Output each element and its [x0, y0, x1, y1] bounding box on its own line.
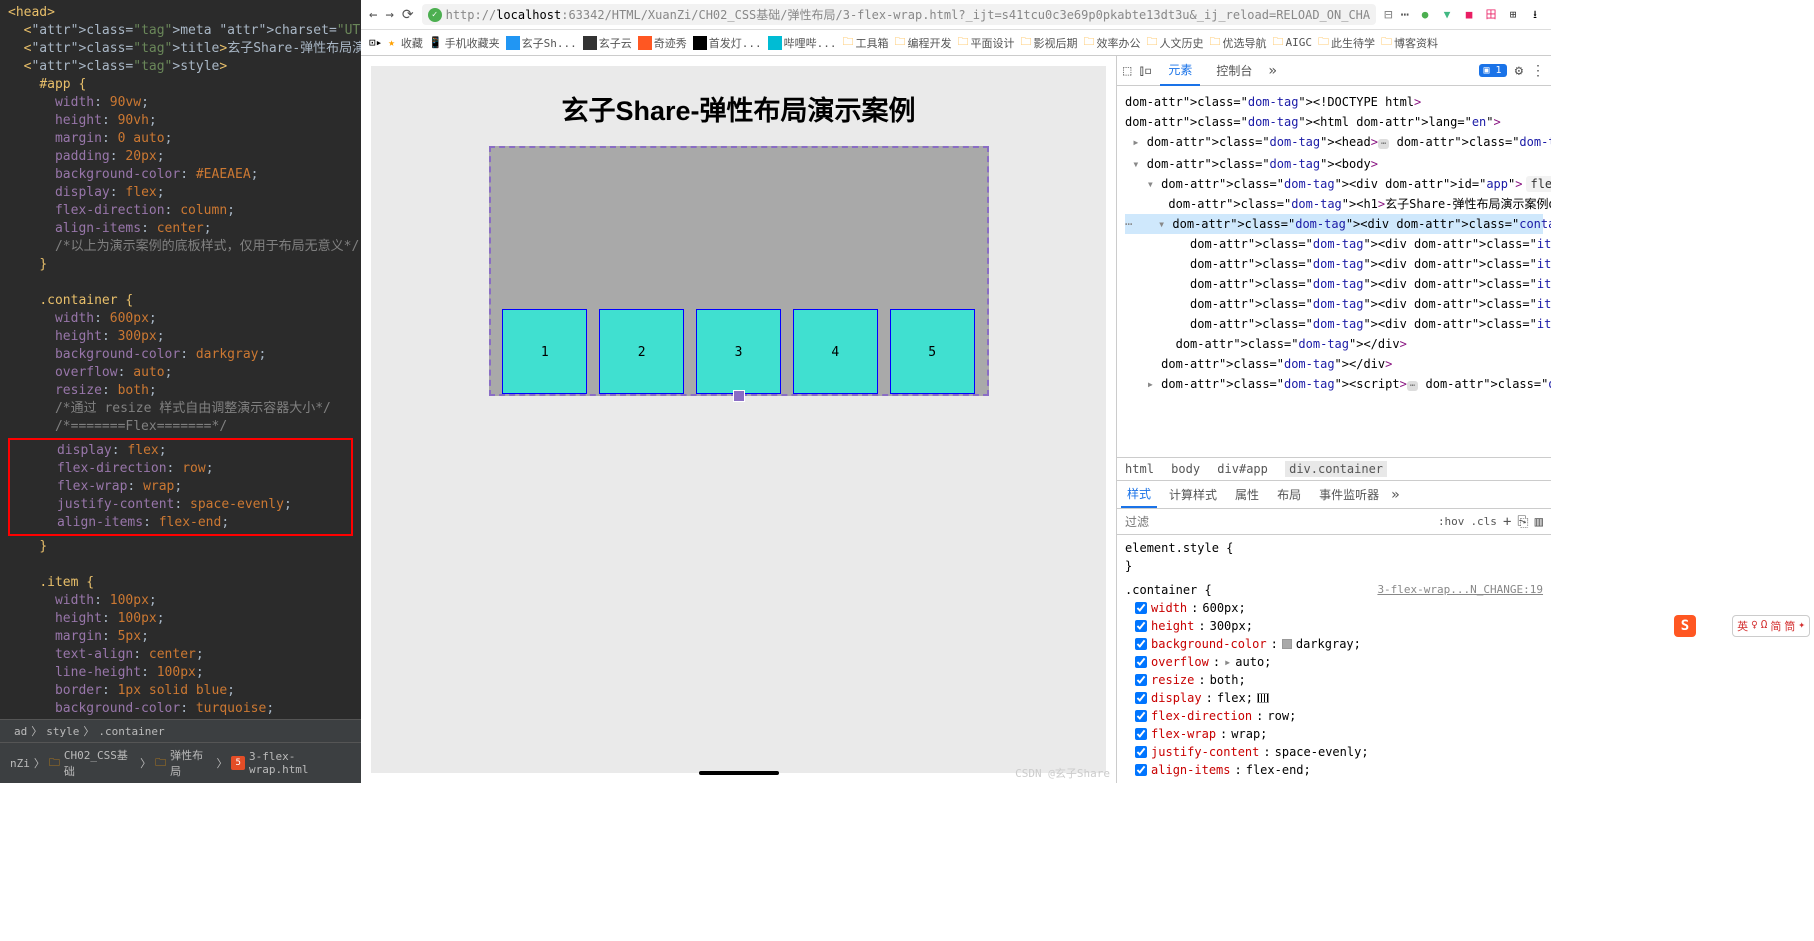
bookmark-item[interactable]: 收藏: [401, 35, 423, 51]
bookmark-folder[interactable]: 🗀效率办公: [1083, 33, 1140, 52]
flex-item: 5: [890, 309, 975, 394]
ext-icon[interactable]: 田: [1483, 7, 1499, 23]
bookmark-folder[interactable]: 🗀编程开发: [894, 33, 951, 52]
editor-breadcrumb-top[interactable]: ad〉style〉.container: [0, 719, 361, 742]
css-prop-checkbox[interactable]: [1135, 620, 1147, 632]
more-tabs-icon[interactable]: »: [1391, 487, 1399, 503]
plus-icon[interactable]: +: [1503, 514, 1511, 530]
star-icon: ★: [388, 36, 395, 49]
gear-icon[interactable]: ⚙: [1515, 63, 1523, 79]
inspect-icon[interactable]: ⬚: [1123, 63, 1131, 79]
dom-breadcrumb[interactable]: html body div#app div.container: [1117, 457, 1551, 481]
site-lock-icon: ✓: [428, 8, 442, 22]
app-area: 玄子Share-弹性布局演示案例 1 2 3 4 5: [371, 66, 1106, 773]
tab-props[interactable]: 属性: [1229, 482, 1265, 507]
devtools-panel: ⬚ ⫾▫ 元素 控制台 » ▣ 1 ⚙ ⋮ dom-attr">class="d…: [1116, 56, 1551, 783]
flex-item: 2: [599, 309, 684, 394]
flex-container[interactable]: 1 2 3 4 5: [489, 146, 989, 396]
extension-icons: ● ▼ ■ 田 ⊞ ⭳: [1417, 7, 1543, 23]
vue-ext-icon[interactable]: ▼: [1439, 7, 1455, 23]
bookmark-folder[interactable]: 🗀工具箱: [842, 33, 888, 52]
css-prop-checkbox[interactable]: [1135, 638, 1147, 650]
bookmark-folder[interactable]: 🗀人文历史: [1146, 33, 1203, 52]
back-button[interactable]: ←: [369, 7, 377, 23]
reader-icon[interactable]: ⊟: [1384, 7, 1392, 23]
css-prop-checkbox[interactable]: [1135, 692, 1147, 704]
download-icon[interactable]: ⭳: [1527, 7, 1543, 23]
code-area[interactable]: <head> <"attr">class="tag">meta "attr">c…: [0, 0, 361, 719]
reload-button[interactable]: ⟳: [402, 7, 414, 23]
browser-panel: ← → ⟳ ✓ http://localhost:63342/HTML/Xuan…: [361, 0, 1551, 783]
watermark: CSDN @玄子Share: [1015, 765, 1110, 781]
bookmark-folder[interactable]: 🗀此生待学: [1318, 33, 1375, 52]
kebab-icon[interactable]: ⋮: [1531, 63, 1545, 79]
css-prop-checkbox[interactable]: [1135, 656, 1147, 668]
bookmark-folder[interactable]: 🗀AIGC: [1272, 33, 1312, 52]
copy-icon[interactable]: ⎘: [1517, 514, 1528, 530]
styles-body[interactable]: element.style {}3-flex-wrap...N_CHANGE:1…: [1117, 535, 1551, 783]
css-prop-checkbox[interactable]: [1135, 764, 1147, 776]
bookmark-item[interactable]: 📱手机收藏夹: [429, 35, 500, 51]
tab-events[interactable]: 事件监听器: [1313, 482, 1385, 507]
bookmark-item[interactable]: 奇迹秀: [638, 35, 687, 51]
bookmark-item[interactable]: 哔哩哔...: [768, 35, 837, 51]
ext-icon[interactable]: ●: [1417, 7, 1433, 23]
tab-computed[interactable]: 计算样式: [1163, 482, 1223, 507]
device-icon[interactable]: ⫾▫: [1139, 63, 1152, 79]
bookmark-item[interactable]: 首发灯...: [693, 35, 762, 51]
bookmark-folder[interactable]: 🗀博客资料: [1381, 33, 1438, 52]
tab-console[interactable]: 控制台: [1208, 56, 1260, 85]
bookmark-folder[interactable]: 🗀优选导航: [1209, 33, 1266, 52]
bookmark-folder[interactable]: 🗀平面设计: [957, 33, 1014, 52]
code-editor-panel: <head> <"attr">class="tag">meta "attr">c…: [0, 0, 361, 783]
html-file-icon: 5: [231, 756, 244, 770]
css-prop-checkbox[interactable]: [1135, 746, 1147, 758]
resize-handle[interactable]: [733, 390, 745, 402]
hov-toggle[interactable]: :hov: [1438, 515, 1465, 528]
tab-elements[interactable]: 元素: [1160, 56, 1200, 86]
page-title: 玄子Share-弹性布局演示案例: [561, 89, 915, 128]
tab-layout[interactable]: 布局: [1271, 482, 1307, 507]
flex-item: 1: [502, 309, 587, 394]
css-prop-checkbox[interactable]: [1135, 674, 1147, 686]
bookmark-bar: ⊡▸ ★ 收藏 📱手机收藏夹 玄子Sh... 玄子云 奇迹秀 首发灯... 哔哩哔…: [361, 30, 1551, 56]
more-url-icon[interactable]: ⋯: [1401, 7, 1409, 23]
styles-filter-input[interactable]: [1125, 515, 1432, 529]
drag-bar[interactable]: [699, 771, 779, 775]
sidebar-icon[interactable]: ▥: [1535, 514, 1543, 530]
issue-badge[interactable]: ▣ 1: [1479, 64, 1507, 77]
apps-icon[interactable]: ⊡▸: [369, 36, 382, 49]
page-preview: 玄子Share-弹性布局演示案例 1 2 3 4 5 CSDN @玄子Share: [361, 56, 1116, 783]
cls-toggle[interactable]: .cls: [1470, 515, 1497, 528]
address-bar: ← → ⟳ ✓ http://localhost:63342/HTML/Xuan…: [361, 0, 1551, 30]
bookmark-item[interactable]: 玄子云: [583, 35, 632, 51]
styles-tabs: 样式 计算样式 属性 布局 事件监听器 »: [1117, 481, 1551, 509]
css-prop-checkbox[interactable]: [1135, 602, 1147, 614]
devtools-tabs: ⬚ ⫾▫ 元素 控制台 » ▣ 1 ⚙ ⋮: [1117, 56, 1551, 86]
ext-icon[interactable]: ■: [1461, 7, 1477, 23]
editor-breadcrumb-bottom[interactable]: nZi〉 🗀CH02_CSS基础〉 🗀弹性布局〉 53-flex-wrap.ht…: [0, 742, 361, 783]
flex-item: 3: [696, 309, 781, 394]
url-input[interactable]: ✓ http://localhost:63342/HTML/XuanZi/CH0…: [422, 4, 1377, 25]
dom-tree[interactable]: dom-attr">class="dom-tag"><!DOCTYPE html…: [1117, 86, 1551, 457]
ext-icon[interactable]: ⊞: [1505, 7, 1521, 23]
bookmark-folder[interactable]: 🗀影视后期: [1020, 33, 1077, 52]
styles-filter-row: :hov .cls + ⎘ ▥: [1117, 509, 1551, 535]
more-tabs-icon[interactable]: »: [1268, 63, 1276, 79]
tab-styles[interactable]: 样式: [1121, 481, 1157, 508]
css-prop-checkbox[interactable]: [1135, 728, 1147, 740]
flex-item: 4: [793, 309, 878, 394]
url-text: http://localhost:63342/HTML/XuanZi/CH02_…: [446, 6, 1371, 23]
forward-button[interactable]: →: [385, 7, 393, 23]
css-prop-checkbox[interactable]: [1135, 710, 1147, 722]
bookmark-item[interactable]: 玄子Sh...: [506, 35, 577, 51]
